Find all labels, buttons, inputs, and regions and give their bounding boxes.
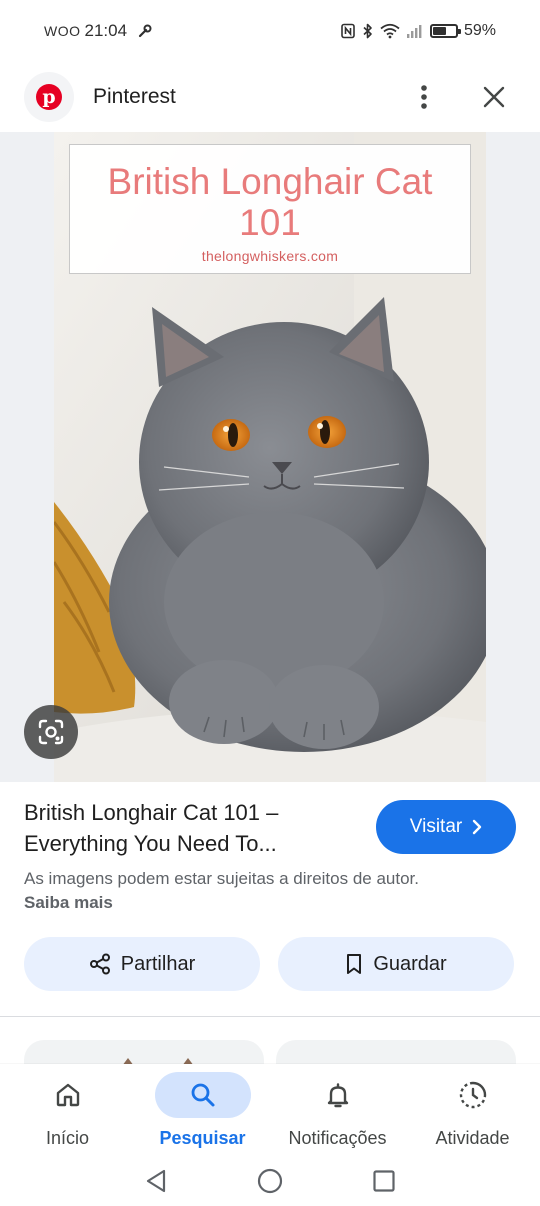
lens-button[interactable] <box>24 705 78 759</box>
chevron-right-icon <box>473 819 482 835</box>
nav-activity[interactable]: Atividade <box>405 1064 540 1160</box>
status-left: WOO 21:04 <box>44 21 153 41</box>
header: p Pinterest <box>0 62 540 132</box>
pinterest-logo-glyph: p <box>36 84 62 110</box>
bottom-nav: Início Pesquisar Notificações Atividade <box>0 1064 540 1160</box>
bluetooth-icon <box>362 23 374 39</box>
app-title: Pinterest <box>93 85 176 108</box>
more-vertical-icon <box>421 85 427 109</box>
home-system-button[interactable] <box>256 1167 284 1200</box>
nav-home-icon-wrap <box>20 1072 116 1118</box>
copyright-notice: As imagens podem estar sujeitas a direit… <box>24 867 444 915</box>
status-right: 59% <box>340 22 496 40</box>
lens-icon <box>38 719 64 745</box>
tool-icon <box>137 23 153 39</box>
nav-activity-icon-wrap <box>425 1072 521 1118</box>
action-buttons: Partilhar Guardar <box>24 937 514 991</box>
nav-search-icon-wrap <box>154 1072 251 1118</box>
visit-label: Visitar <box>409 816 463 837</box>
learn-more-link[interactable]: Saiba mais <box>24 893 113 912</box>
divider <box>0 1016 540 1017</box>
share-button[interactable]: Partilhar <box>24 937 260 991</box>
search-icon <box>191 1083 214 1107</box>
status-bar: WOO 21:04 59% <box>0 0 540 62</box>
home-circle-icon <box>257 1168 283 1193</box>
recents-square-icon <box>373 1169 395 1192</box>
nav-search-label: Pesquisar <box>159 1128 246 1148</box>
activity-icon <box>459 1081 486 1109</box>
bookmark-icon <box>347 954 362 974</box>
image-area: British Longhair Cat 101 thelongwhiskers… <box>0 132 540 782</box>
copyright-text: As imagens podem estar sujeitas a direit… <box>24 869 419 888</box>
system-nav-bar <box>0 1160 540 1206</box>
back-button[interactable] <box>144 1168 168 1199</box>
nav-search[interactable]: Pesquisar <box>135 1064 270 1160</box>
wifi-icon <box>380 23 400 39</box>
save-button[interactable]: Guardar <box>278 937 514 991</box>
nav-notifications-icon-wrap <box>290 1072 386 1118</box>
visit-button[interactable]: Visitar <box>376 800 516 854</box>
overlay-title-line2: 101 <box>239 202 301 244</box>
close-icon <box>483 86 505 108</box>
nav-notifications[interactable]: Notificações <box>270 1064 405 1160</box>
nfc-icon <box>340 23 356 39</box>
close-button[interactable] <box>472 75 516 119</box>
pin-info: British Longhair Cat 101 – Everything Yo… <box>24 797 524 915</box>
overlay-title-line1: British Longhair Cat <box>107 161 433 202</box>
battery-fill <box>432 27 446 35</box>
nav-home[interactable]: Início <box>0 1064 135 1160</box>
bell-icon <box>327 1083 348 1108</box>
pinterest-logo: p <box>24 72 74 122</box>
share-icon <box>89 953 110 975</box>
nav-notifications-label: Notificações <box>288 1128 387 1148</box>
battery-percent: 59% <box>463 22 496 39</box>
more-options-button[interactable] <box>402 75 446 119</box>
share-label: Partilhar <box>120 952 196 975</box>
carrier-label: WOO <box>44 23 81 39</box>
overlay-title-card: British Longhair Cat 101 thelongwhiskers… <box>69 144 471 274</box>
recents-button[interactable] <box>372 1169 396 1198</box>
save-label: Guardar <box>373 952 447 975</box>
pin-image[interactable]: British Longhair Cat 101 thelongwhiskers… <box>54 132 486 782</box>
battery-icon <box>429 24 461 38</box>
clock: 21:04 <box>84 21 128 40</box>
home-icon <box>56 1083 79 1107</box>
signal-icon <box>406 24 424 38</box>
nav-activity-label: Atividade <box>435 1128 510 1148</box>
overlay-site: thelongwhiskers.com <box>201 247 339 264</box>
pin-title: British Longhair Cat 101 – Everything Yo… <box>24 800 279 856</box>
back-triangle-icon <box>146 1169 166 1192</box>
nav-home-label: Início <box>45 1128 90 1148</box>
